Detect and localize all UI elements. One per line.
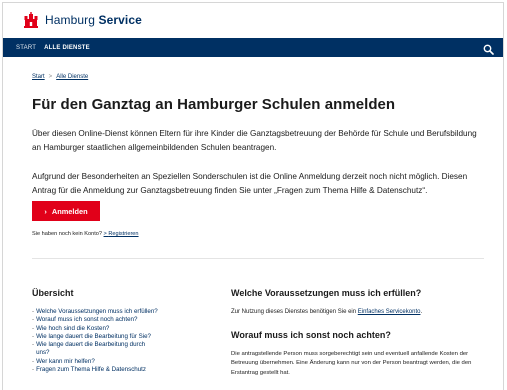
breadcrumb-alle-dienste-link[interactable]: Alle Dienste [56, 74, 88, 80]
overview-link[interactable]: - Welche Voraussetzungen muss ich erfülle… [32, 308, 182, 316]
signup-prompt: Sie haben noch kein Konto? > Registriere… [32, 231, 139, 237]
servicekonto-link[interactable]: Einfaches Servicekonto [358, 309, 421, 315]
overview-link[interactable]: - Wie lange dauert die Bearbeitung durch [32, 341, 182, 349]
overview-link[interactable]: - Wie lange dauert die Bearbeitung für Si… [32, 333, 182, 341]
anmelden-button[interactable]: › Anmelden [32, 201, 100, 221]
nav-item-alle-dienste[interactable]: ALLE DIENSTE [44, 45, 90, 51]
page-title: Für den Ganztag an Hamburger Schulen anm… [32, 96, 396, 113]
brand-name: Hamburg Service [45, 13, 142, 27]
overview-link[interactable]: - Wer kann mir helfen? [32, 358, 182, 366]
brand-regular: Hamburg [45, 13, 96, 27]
overview-title: Übersicht [32, 288, 74, 298]
chevron-right-icon: › [44, 206, 47, 216]
anmelden-label: Anmelden [51, 206, 88, 216]
overview-link[interactable]: - Worauf muss ich sonst noch achten? [32, 316, 182, 324]
register-link[interactable]: > Registrieren [104, 231, 139, 237]
hamburg-service-logo[interactable]: Hamburg Service [24, 12, 142, 28]
site-header: Hamburg Service [3, 3, 503, 38]
hamburg-castle-icon [24, 12, 38, 28]
faq-answer-requirements: Zur Nutzung dieses Dienstes benötigen Si… [231, 309, 423, 315]
page-frame: Hamburg Service START ALLE DIENSTE Start… [2, 2, 504, 390]
breadcrumb-separator: > [48, 74, 53, 80]
search-icon[interactable] [483, 42, 494, 55]
overview-link-continuation[interactable]: -uns? [32, 349, 182, 357]
signup-text: Sie haben noch kein Konto? [32, 231, 102, 237]
register-link-label: Registrieren [108, 231, 139, 237]
notice-text: Aufgrund der Besonderheiten an Spezielle… [32, 172, 468, 195]
faq-question-notes: Worauf muss ich sonst noch achten? [231, 330, 391, 340]
nav-item-start[interactable]: START [16, 45, 36, 51]
overview-link[interactable]: - Fragen zum Thema Hilfe & Datenschutz [32, 366, 182, 374]
brand-bold: Service [98, 13, 142, 27]
faq-answer-notes: Die antragstellende Person muss sorgeber… [231, 351, 472, 376]
breadcrumb: Start > Alle Dienste [32, 74, 88, 80]
overview-link[interactable]: - Wie hoch sind die Kosten? [32, 325, 182, 333]
faq-question-requirements: Welche Voraussetzungen muss ich erfüllen… [231, 288, 422, 298]
breadcrumb-start-link[interactable]: Start [32, 74, 45, 80]
section-divider [32, 258, 484, 259]
intro-text: Über diesen Online-Dienst können Eltern … [32, 129, 477, 152]
main-nav: START ALLE DIENSTE [3, 38, 503, 57]
overview-list: - Welche Voraussetzungen muss ich erfülle… [32, 308, 182, 374]
